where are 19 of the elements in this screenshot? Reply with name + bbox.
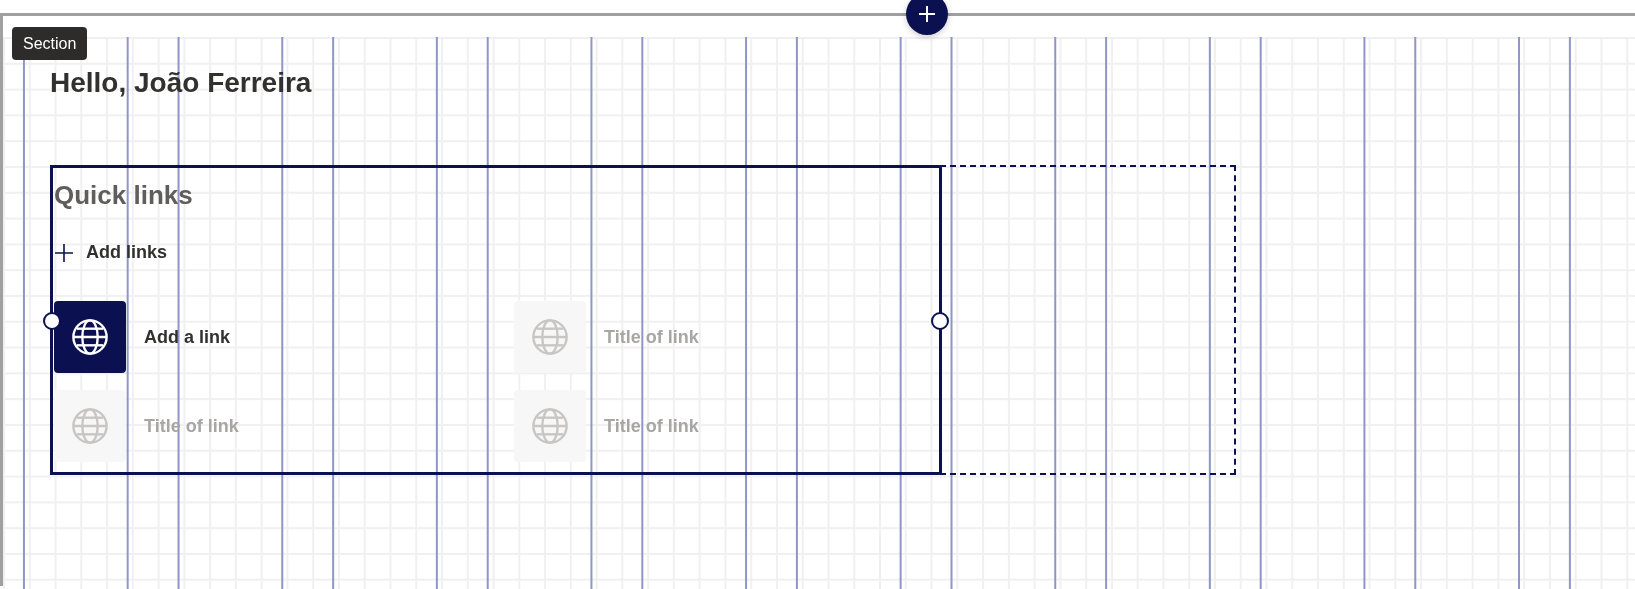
greeting-heading: Hello, João Ferreira [50,66,313,100]
link-title[interactable]: Title of link [604,415,699,437]
link-title[interactable]: Add a link [144,326,230,348]
link-tile[interactable] [54,301,126,373]
section-label: Section [12,27,88,60]
plus-icon [54,242,74,263]
globe-icon [71,407,109,445]
globe-icon [531,318,569,356]
link-tile[interactable] [514,301,586,373]
globe-icon [71,318,109,356]
resize-handle[interactable] [931,312,949,330]
resize-handle[interactable] [43,312,61,330]
globe-icon [531,407,569,445]
link-title[interactable]: Title of link [604,326,699,348]
add-section-button[interactable] [906,0,948,35]
add-links-button[interactable]: Add links [54,242,167,263]
link-tile[interactable] [54,390,126,462]
link-tile[interactable] [514,390,586,462]
plus-icon [918,5,936,23]
